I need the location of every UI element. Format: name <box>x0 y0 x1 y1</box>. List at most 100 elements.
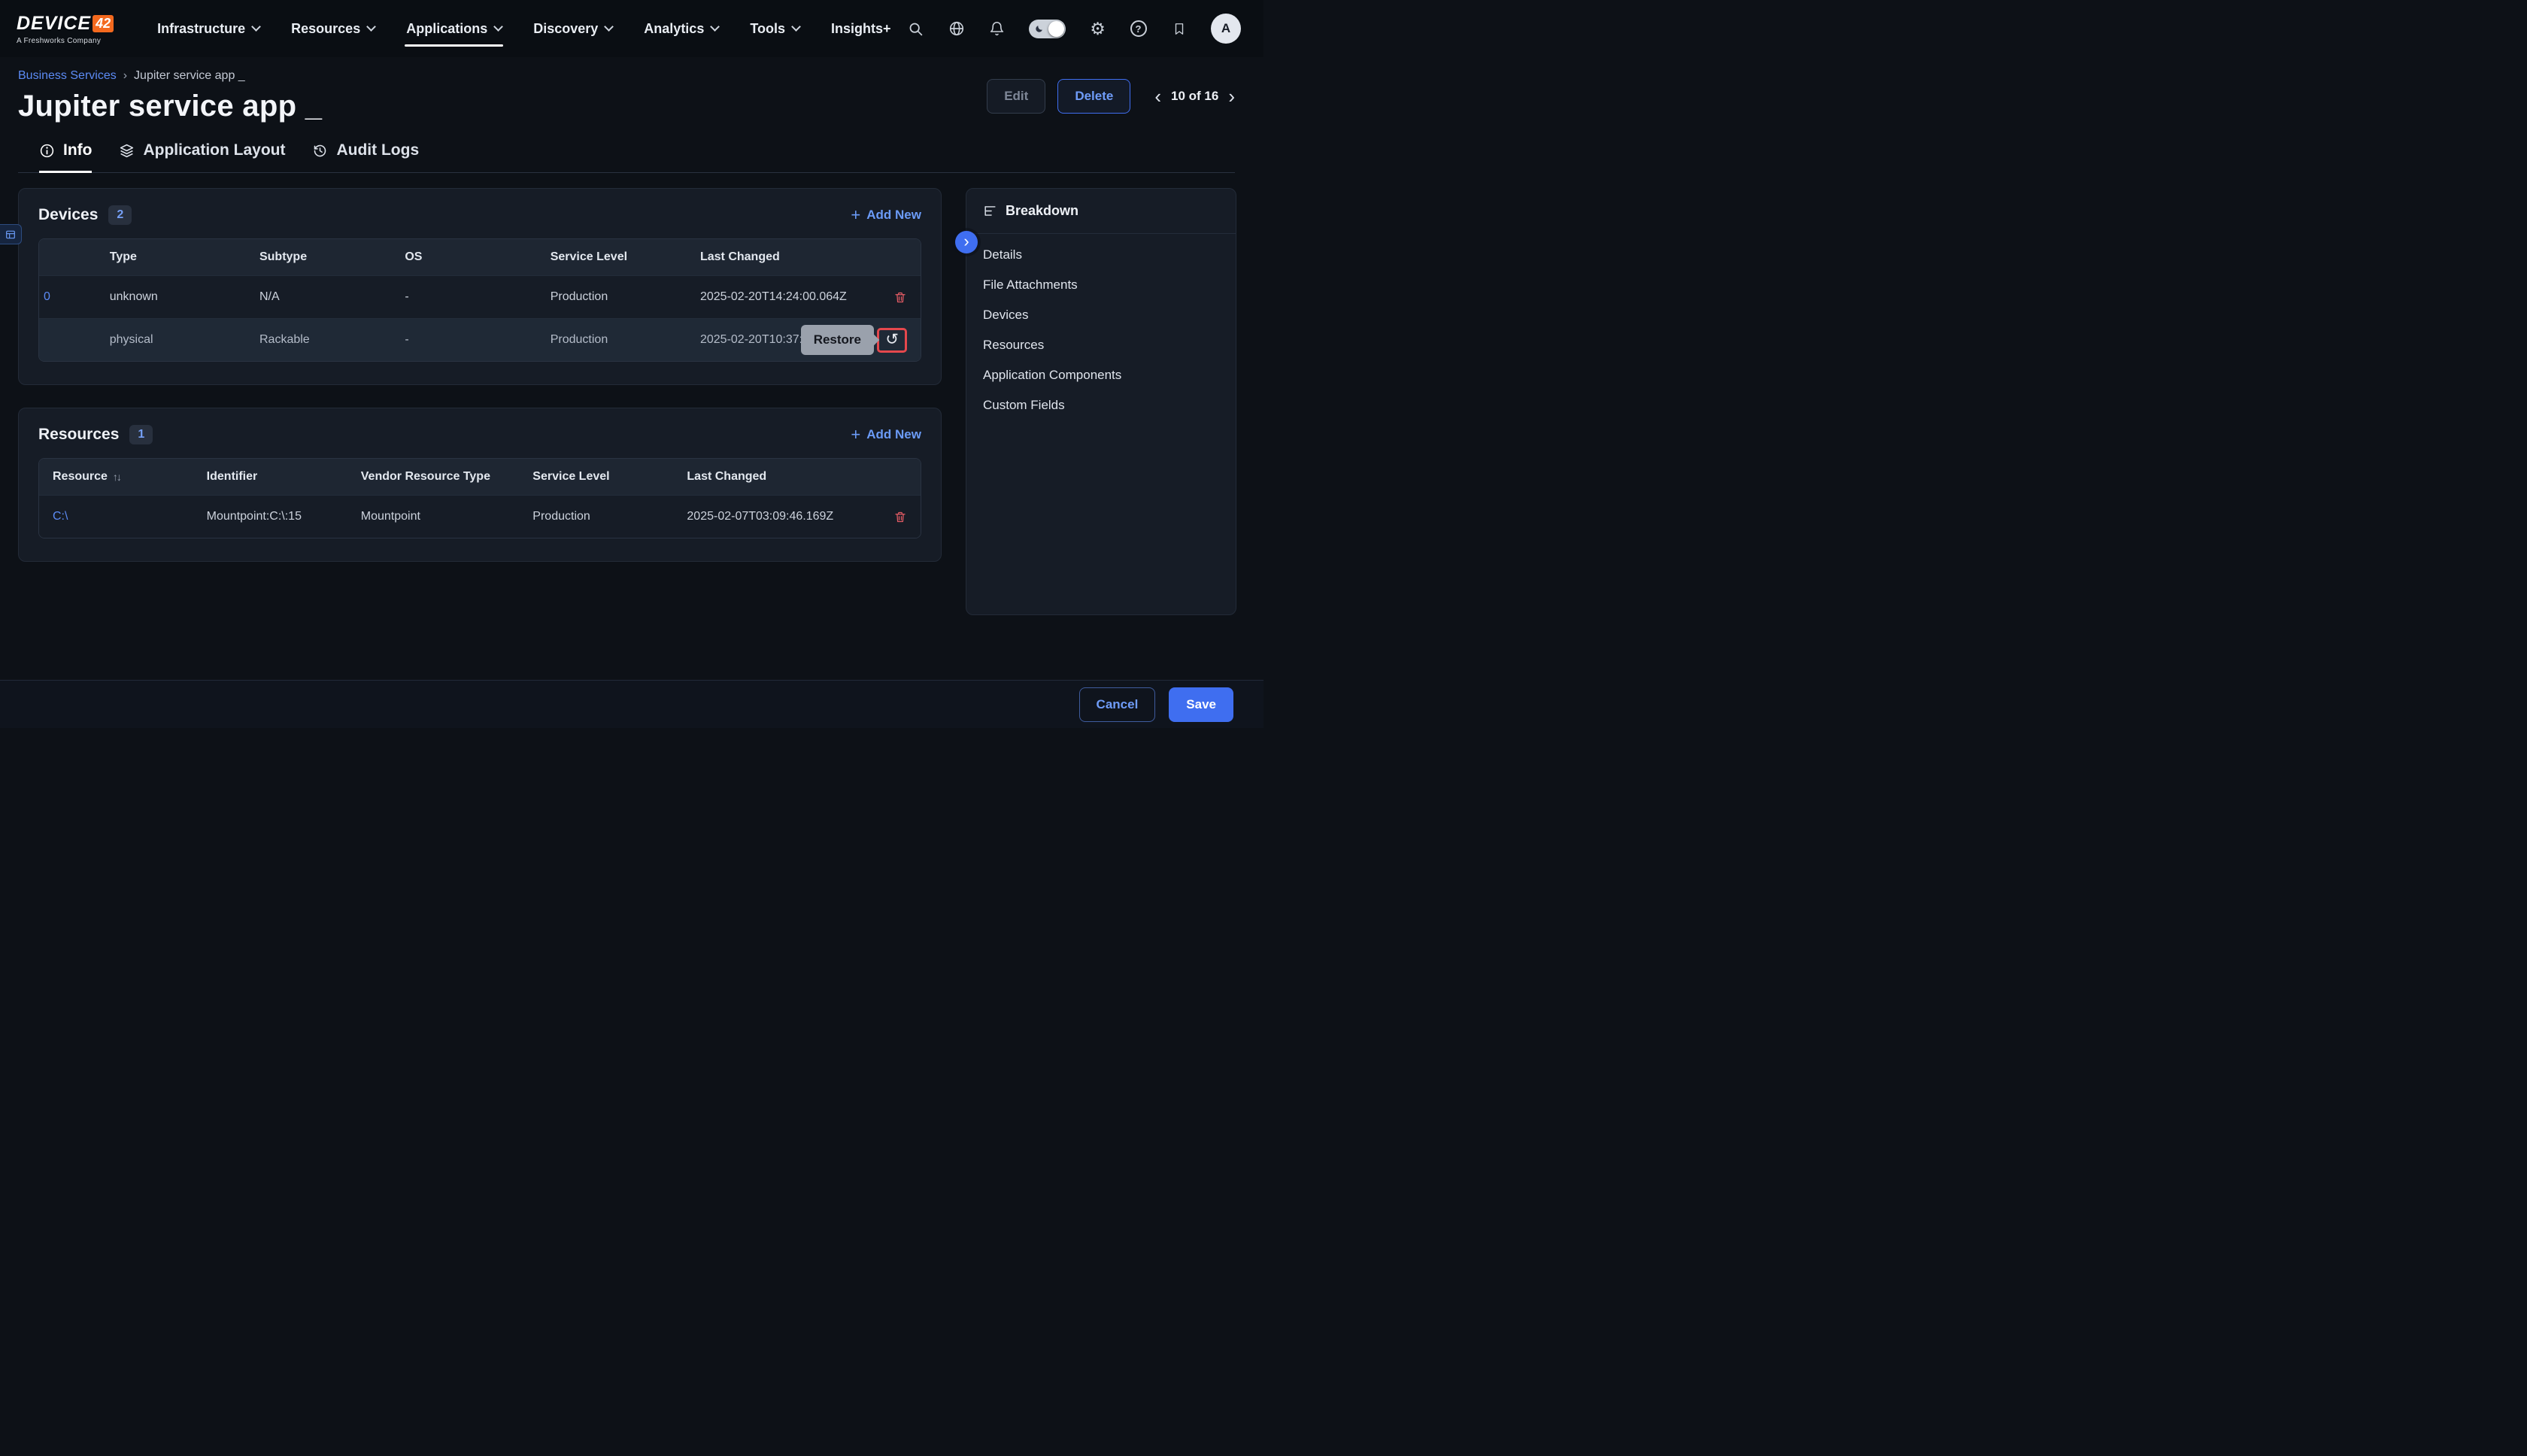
nav-label: Discovery <box>533 21 598 37</box>
device-actions <box>876 290 921 305</box>
device-last-changed: 2025-02-20T14:24:00.064Z <box>700 290 876 304</box>
delete-button[interactable]: Delete <box>1057 79 1130 114</box>
nav-item-applications[interactable]: Applications <box>406 21 502 37</box>
resource-service-level: Production <box>532 510 687 523</box>
col-service-level: Service Level <box>532 470 687 484</box>
device-service-level: Production <box>551 333 700 347</box>
tab-application-layout[interactable]: Application Layout <box>119 141 285 173</box>
breadcrumb-current: Jupiter service app _ <box>134 69 245 83</box>
chevron-down-icon <box>710 22 720 32</box>
col-last-changed: Last Changed <box>700 250 876 264</box>
bookmark-icon[interactable] <box>1170 20 1188 38</box>
main-nav: Infrastructure Resources Applications Di… <box>157 21 890 37</box>
gear-glyph: ⚙ <box>1090 20 1106 38</box>
page-header: Business Services › Jupiter service app … <box>0 57 1264 123</box>
breakdown-item-custom-fields[interactable]: Custom Fields <box>966 390 1236 420</box>
pager-next-icon[interactable]: › <box>1228 89 1235 105</box>
col-service-level: Service Level <box>551 250 700 264</box>
navbar-actions: ⚙ ? A <box>907 14 1241 44</box>
chevron-down-icon <box>493 22 503 32</box>
resources-card-header: Resources 1 + Add New <box>38 425 921 444</box>
nav-item-resources[interactable]: Resources <box>291 21 375 37</box>
info-icon <box>39 143 55 159</box>
resource-row: C:\ Mountpoint:C:\:15 Mountpoint Product… <box>39 495 921 538</box>
tab-audit-logs[interactable]: Audit Logs <box>312 141 419 173</box>
chevron-down-icon <box>604 22 614 32</box>
resources-card: Resources 1 + Add New Resource ↑↓ Identi… <box>18 408 942 562</box>
edit-button[interactable]: Edit <box>987 79 1045 114</box>
devices-title: Devices <box>38 206 98 224</box>
add-new-label: Add New <box>866 427 921 442</box>
restore-button-highlight[interactable]: ↺ <box>877 328 907 353</box>
devices-card: Devices 2 + Add New Type Subtype OS Serv… <box>18 188 942 385</box>
resource-vendor-type: Mountpoint <box>361 510 533 523</box>
delete-row-icon[interactable] <box>893 290 907 305</box>
top-navbar: DEVICE 42 A Freshworks Company Infrastru… <box>0 0 1264 57</box>
device-type: physical <box>110 333 259 347</box>
breakdown-item-devices[interactable]: Devices <box>966 300 1236 330</box>
delete-row-icon[interactable] <box>893 510 907 524</box>
question-glyph: ? <box>1130 20 1147 37</box>
restore-icon: ↺ <box>885 331 899 348</box>
device-os: - <box>405 290 550 304</box>
help-icon[interactable]: ? <box>1130 20 1147 38</box>
resources-count-badge: 1 <box>129 425 153 444</box>
resource-identifier: Mountpoint:C:\:15 <box>207 510 361 523</box>
resource-name-link[interactable]: C:\ <box>39 510 207 523</box>
theme-toggle[interactable] <box>1029 20 1066 38</box>
nav-item-tools[interactable]: Tools <box>750 21 799 37</box>
breakdown-panel: › Breakdown Details File Attachments Dev… <box>966 188 1236 615</box>
nav-label: Insights+ <box>831 21 891 37</box>
resources-table-header: Resource ↑↓ Identifier Vendor Resource T… <box>39 459 921 495</box>
panel-collapse-button[interactable]: › <box>955 231 978 253</box>
notifications-bell-icon[interactable] <box>988 20 1006 38</box>
pager-prev-icon[interactable]: ‹ <box>1154 89 1161 105</box>
breakdown-items: Details File Attachments Devices Resourc… <box>966 234 1236 420</box>
devices-table-header: Type Subtype OS Service Level Last Chang… <box>39 239 921 275</box>
devices-count-badge: 2 <box>108 205 132 225</box>
device42-logo[interactable]: DEVICE 42 A Freshworks Company <box>17 13 114 45</box>
logo-text: DEVICE <box>17 13 91 35</box>
col-vendor-resource-type: Vendor Resource Type <box>361 470 533 484</box>
logo-number-badge: 42 <box>93 15 114 32</box>
device-os: - <box>405 333 550 347</box>
cancel-button[interactable]: Cancel <box>1079 687 1156 722</box>
history-icon <box>312 143 328 159</box>
breadcrumb-separator: › <box>123 69 127 83</box>
footer-action-bar: Cancel Save <box>0 680 1264 728</box>
nav-label: Analytics <box>644 21 704 37</box>
nav-item-infrastructure[interactable]: Infrastructure <box>157 21 259 37</box>
moon-icon <box>1034 24 1044 34</box>
globe-icon[interactable] <box>948 20 965 38</box>
device-name-link[interactable]: 0 <box>39 290 110 304</box>
breakdown-item-resources[interactable]: Resources <box>966 330 1236 360</box>
device-row-deleted: physical Rackable - Production 2025-02-2… <box>39 318 921 361</box>
add-new-label: Add New <box>866 208 921 223</box>
plus-icon: + <box>851 426 860 443</box>
user-avatar[interactable]: A <box>1211 14 1241 44</box>
save-button[interactable]: Save <box>1169 687 1233 722</box>
chevron-down-icon <box>251 22 261 32</box>
device-actions: ↺ <box>876 328 921 353</box>
nav-item-discovery[interactable]: Discovery <box>533 21 612 37</box>
resources-add-new-button[interactable]: + Add New <box>851 426 921 443</box>
nav-label: Tools <box>750 21 785 37</box>
search-icon[interactable] <box>907 20 924 38</box>
nav-item-insights-plus[interactable]: Insights+ <box>831 21 891 37</box>
breakdown-item-details[interactable]: Details <box>966 240 1236 270</box>
device-service-level: Production <box>551 290 700 304</box>
devices-title-wrap: Devices 2 <box>38 205 132 225</box>
plus-icon: + <box>851 207 860 223</box>
pager-text: 10 of 16 <box>1171 89 1218 104</box>
devices-add-new-button[interactable]: + Add New <box>851 207 921 223</box>
col-resource-sortable[interactable]: Resource ↑↓ <box>39 470 207 484</box>
breakdown-item-file-attachments[interactable]: File Attachments <box>966 270 1236 300</box>
tab-info[interactable]: Info <box>39 141 92 173</box>
breadcrumb-parent-link[interactable]: Business Services <box>18 69 117 83</box>
resources-title: Resources <box>38 426 119 444</box>
settings-gear-icon[interactable]: ⚙ <box>1089 20 1106 38</box>
tab-bar: Info Application Layout Audit Logs <box>18 141 1235 173</box>
side-rail-toggle[interactable] <box>0 224 22 244</box>
nav-item-analytics[interactable]: Analytics <box>644 21 718 37</box>
breakdown-item-application-components[interactable]: Application Components <box>966 360 1236 390</box>
